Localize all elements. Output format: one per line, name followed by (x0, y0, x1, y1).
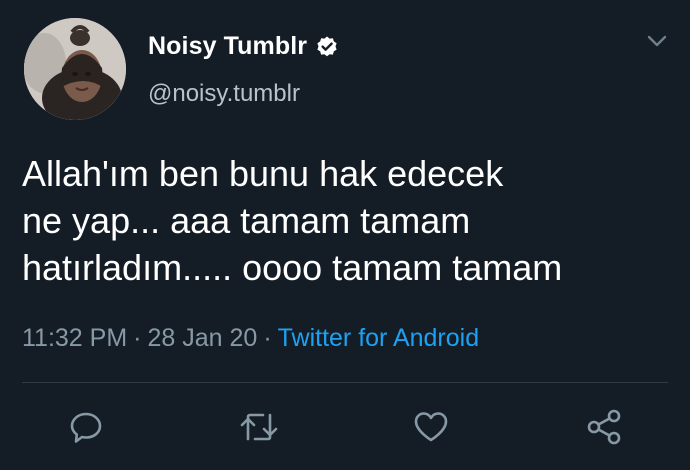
tweet-source-link[interactable]: Twitter for Android (278, 324, 479, 352)
tweet-time[interactable]: 11:32 PM (22, 324, 127, 352)
reply-icon (70, 412, 102, 443)
tweet-meta: 11:32 PM · 28 Jan 20 · Twitter for Android (22, 324, 479, 353)
divider (22, 382, 668, 383)
reply-button[interactable] (66, 407, 106, 447)
share-button[interactable] (584, 407, 624, 447)
display-name[interactable]: Noisy Tumblr (148, 32, 307, 61)
avatar-image (24, 18, 126, 120)
meta-separator: · (133, 324, 142, 352)
share-icon (587, 409, 621, 445)
tweet-card: Noisy Tumblr @noisy.tumblr Allah'ım ben … (0, 0, 690, 470)
tweet-text-line: hatırladım..... oooo tamam tamam (22, 247, 563, 288)
avatar[interactable] (24, 18, 126, 120)
retweet-button[interactable] (239, 407, 279, 447)
retweet-icon (240, 413, 278, 441)
author-row: Noisy Tumblr (148, 32, 339, 61)
tweet-date[interactable]: 28 Jan 20 (147, 324, 257, 352)
tweet-text-line: Allah'ım ben bunu hak edecek (22, 153, 504, 194)
tweet-text: Allah'ım ben bunu hak edecek ne yap... a… (22, 150, 672, 291)
chevron-down-icon[interactable] (646, 34, 668, 48)
user-handle[interactable]: @noisy.tumblr (148, 80, 300, 108)
like-icon (414, 412, 448, 442)
verified-badge-icon (317, 36, 337, 56)
meta-separator: · (263, 324, 272, 352)
like-button[interactable] (411, 407, 451, 447)
tweet-text-line: ne yap... aaa tamam tamam (22, 200, 471, 241)
